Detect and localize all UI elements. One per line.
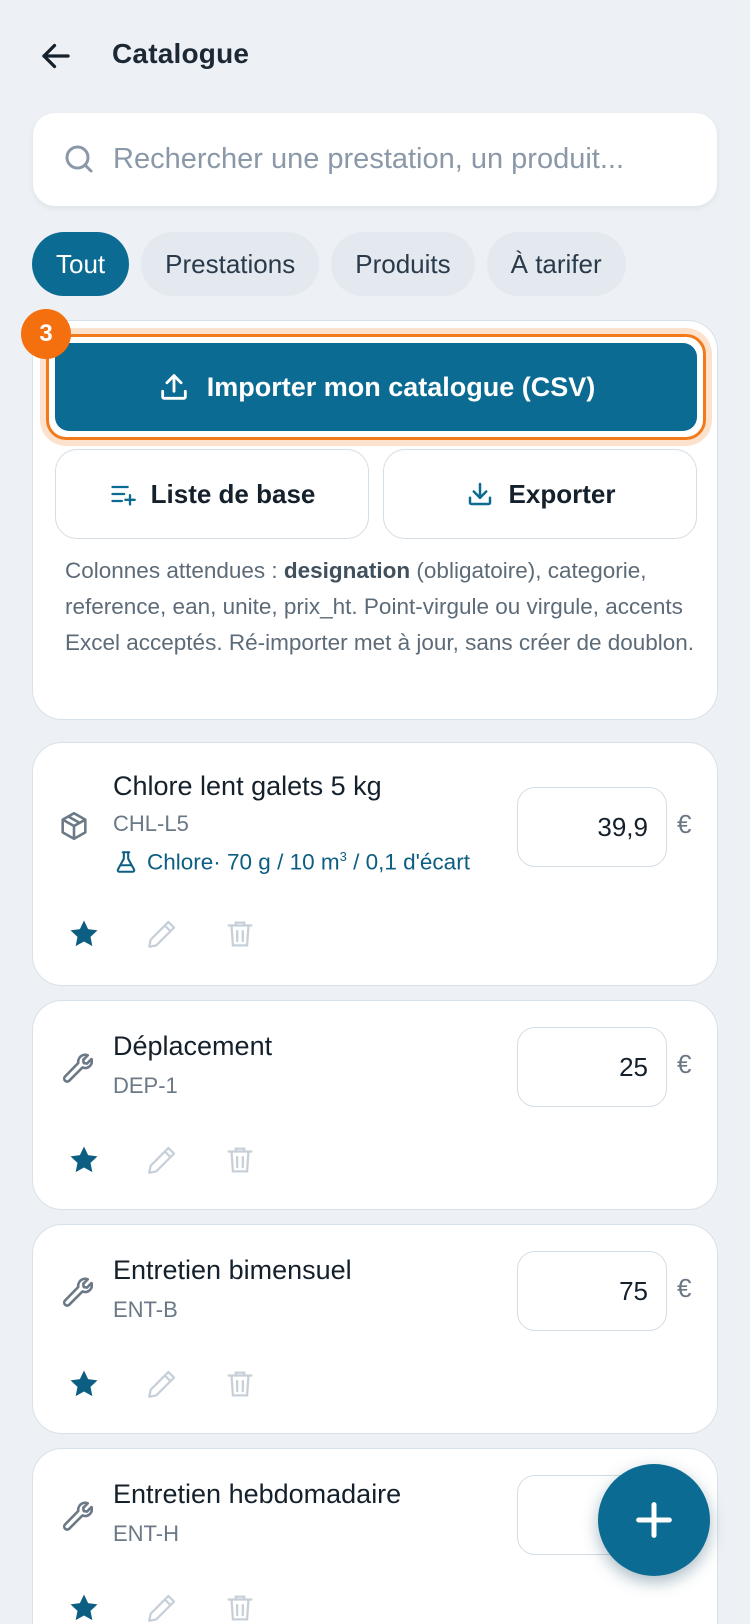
filter-chip-prestations[interactable]: Prestations [141,232,320,296]
flask-icon [116,851,136,874]
item-actions [67,1591,257,1624]
catalog-item[interactable]: Déplacement DEP-1 25 € [32,1000,718,1210]
star-icon[interactable] [67,1367,101,1401]
item-ref: ENT-H [113,1521,179,1546]
item-ref: CHL-L5 [113,811,189,836]
price-input[interactable]: 25 [517,1027,667,1107]
search-input[interactable] [113,133,693,185]
export-label: Exporter [508,478,616,509]
item-chem-info: Chlore· 70 g / 10 m3 / 0,1 d'écart [113,849,470,876]
base-list-button[interactable]: Liste de base [55,449,369,539]
trash-icon[interactable] [223,1367,257,1401]
pencil-icon[interactable] [145,1143,179,1177]
pencil-icon[interactable] [145,917,179,951]
pencil-icon[interactable] [145,1367,179,1401]
arrow-left-icon [42,43,70,69]
item-name: Déplacement [113,1031,273,1061]
import-csv-button[interactable]: Importer mon catalogue (CSV) [55,343,697,431]
item-ref: ENT-B [113,1297,178,1322]
star-icon[interactable] [67,1143,101,1177]
filter-chips: Tout Prestations Produits À tarifer [32,232,626,296]
catalog-item[interactable]: Chlore lent galets 5 kg CHL-L5 Chlore· 7… [32,742,718,986]
star-icon[interactable] [67,917,101,951]
currency-symbol: € [677,1049,692,1079]
download-icon [468,482,491,506]
back-button[interactable] [34,34,78,78]
package-icon [61,811,87,841]
page-title: Catalogue [112,38,250,69]
price-input[interactable]: 39,9 [517,787,667,867]
item-name: Chlore lent galets 5 kg [113,771,382,801]
import-actions: Liste de base Exporter [55,449,697,539]
base-list-label: Liste de base [150,478,316,509]
search-bar[interactable] [33,113,717,206]
wrench-icon [62,1053,93,1083]
search-icon [65,145,93,173]
import-csv-label: Importer mon catalogue (CSV) [206,371,596,402]
app-header: Catalogue [0,0,750,110]
trash-icon[interactable] [223,1143,257,1177]
trash-icon[interactable] [223,1591,257,1624]
item-actions [67,1367,257,1401]
item-actions [67,917,257,951]
add-item-fab[interactable] [598,1464,710,1576]
catalog-item[interactable]: Entretien bimensuel ENT-B 75 € [32,1224,718,1434]
filter-chip-produits[interactable]: Produits [331,232,475,296]
star-icon[interactable] [67,1591,101,1624]
item-name: Entretien hebdomadaire [113,1479,402,1509]
item-actions [67,1143,257,1177]
currency-symbol: € [677,1273,692,1303]
pencil-icon[interactable] [145,1591,179,1624]
filter-chip-tout[interactable]: Tout [32,232,130,296]
filter-chip-a-tarifer[interactable]: À tarifer [486,232,626,296]
wrench-icon [62,1277,93,1307]
currency-symbol: € [677,809,692,839]
step-badge: 3 [21,309,71,359]
import-card: Importer mon catalogue (CSV) 3 Liste de … [21,309,718,720]
item-ref: DEP-1 [113,1073,178,1098]
export-button[interactable]: Exporter [383,449,697,539]
price-input[interactable]: 75 [517,1251,667,1331]
wrench-icon [62,1501,93,1531]
list-add-icon [110,485,136,506]
trash-icon[interactable] [223,917,257,951]
item-name: Entretien bimensuel [113,1255,352,1285]
import-highlight: Importer mon catalogue (CSV) [46,334,706,440]
import-help-text: Colonnes attendues : designation (obliga… [65,558,695,655]
upload-icon [160,374,187,400]
plus-icon [636,1502,672,1538]
